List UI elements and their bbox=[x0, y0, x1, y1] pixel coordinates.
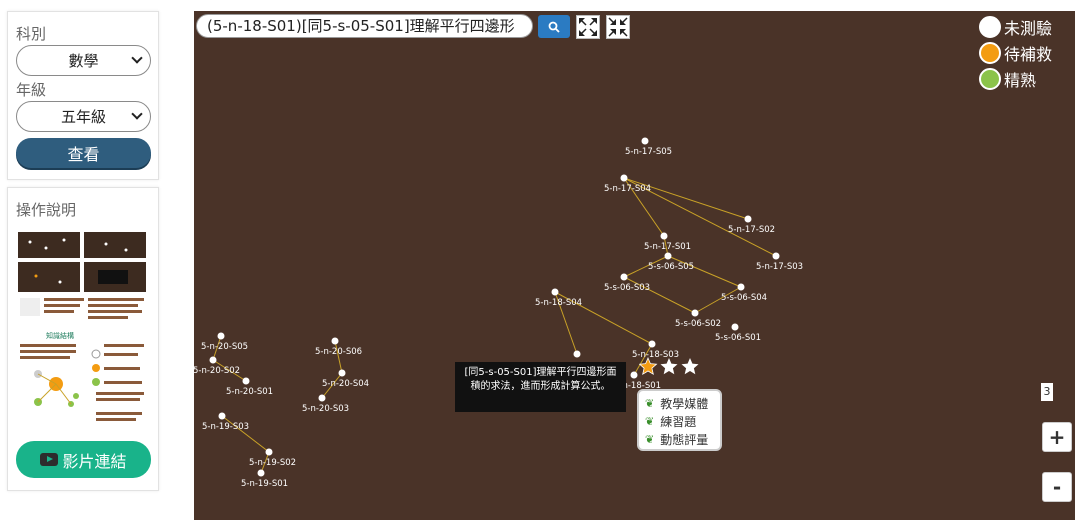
guide-title: 操作說明 bbox=[16, 201, 77, 219]
search-icon bbox=[548, 21, 560, 33]
svg-text:知識結構: 知識結構 bbox=[46, 331, 74, 340]
grade-label: 年級 bbox=[16, 81, 47, 99]
graph-node[interactable] bbox=[731, 323, 739, 331]
graph-node-label[interactable]: 5-n-20-S04 bbox=[322, 379, 369, 389]
graph-node[interactable] bbox=[338, 369, 346, 377]
graph-node-label[interactable]: 5-s-06-S01 bbox=[715, 333, 761, 343]
subject-select[interactable]: 數學 bbox=[16, 45, 151, 76]
star-rating bbox=[639, 357, 699, 376]
graph-node-label[interactable]: 5-n-18-S04 bbox=[535, 298, 582, 308]
view-button[interactable]: 查看 bbox=[16, 138, 151, 168]
legend-label: 精熟 bbox=[1004, 71, 1037, 90]
chevron-down-icon bbox=[131, 108, 143, 120]
graph-node[interactable] bbox=[218, 412, 226, 420]
graph-node[interactable] bbox=[664, 252, 672, 260]
legend-label: 待補救 bbox=[1004, 45, 1053, 64]
sidebar: 科別 數學 年級 五年級 查看 操作說明 知識結構 影片連結 bbox=[0, 0, 170, 520]
video-link-button[interactable]: 影片連結 bbox=[16, 441, 151, 478]
chevron-down-icon bbox=[131, 52, 143, 64]
circle-icon bbox=[979, 42, 1001, 64]
graph-node[interactable] bbox=[318, 394, 326, 402]
video-link-label: 影片連結 bbox=[62, 451, 127, 471]
graph-node-label[interactable]: 5-n-20-S03 bbox=[302, 404, 349, 414]
zoom-level: 3 bbox=[1041, 383, 1053, 401]
star-icon bbox=[660, 358, 678, 375]
node-context-menu: ❦ 教學媒體 ❦ 練習題 ❦ 動態評量 bbox=[637, 389, 722, 451]
graph-node-label[interactable]: 5-s-06-S02 bbox=[675, 319, 721, 329]
knowledge-map[interactable]: 5-n-17-S05 5-n-17-S04 5-n-17-S02 5-n-17-S01… bbox=[194, 11, 1075, 520]
graph-node-label[interactable]: 5-n-17-S01 bbox=[644, 242, 691, 252]
search-input[interactable]: (5-n-18-S01)[同5-s-05-S01]理解平行四邊形 bbox=[196, 14, 533, 38]
legend-item-untested: 未測驗 bbox=[979, 14, 1075, 40]
subject-label: 科別 bbox=[16, 25, 47, 43]
graph-node-label[interactable]: 5-s-06-S04 bbox=[721, 293, 767, 303]
legend-item-remedial: 待補救 bbox=[979, 40, 1075, 66]
graph-node[interactable] bbox=[641, 137, 649, 145]
menu-item-label: 練習題 bbox=[660, 414, 697, 429]
graph-node-label[interactable]: 5-n-17-S02 bbox=[728, 225, 775, 235]
leaf-icon: ❦ bbox=[645, 414, 655, 428]
graph-node[interactable] bbox=[331, 337, 339, 345]
graph-node-label[interactable]: 5-n-20-S05 bbox=[201, 342, 248, 352]
leaf-icon: ❦ bbox=[645, 396, 655, 410]
graph-node-label[interactable]: 5-n-20-S06 bbox=[315, 347, 362, 357]
knowledge-graph[interactable]: 5-n-17-S05 5-n-17-S04 5-n-17-S02 5-n-17-S01… bbox=[194, 11, 1075, 520]
graph-edge bbox=[334, 340, 343, 374]
graph-node-label[interactable]: 5-n-19-S01 bbox=[241, 479, 288, 489]
graph-node-label[interactable]: 5-n-17-S03 bbox=[756, 262, 803, 272]
graph-node[interactable] bbox=[573, 350, 581, 358]
graph-node-label[interactable]: 5-n-19-S02 bbox=[249, 458, 296, 468]
search-button[interactable] bbox=[538, 15, 570, 38]
collapse-icon bbox=[608, 17, 628, 37]
graph-node[interactable] bbox=[257, 469, 265, 477]
graph-node[interactable] bbox=[242, 377, 250, 385]
circle-icon bbox=[979, 68, 1001, 90]
guide-panel: 操作說明 知識結構 影片連結 bbox=[7, 187, 159, 491]
graph-node-label[interactable]: 5-n-20-S02 bbox=[194, 366, 240, 376]
collapse-button[interactable] bbox=[606, 15, 630, 39]
leaf-icon: ❦ bbox=[645, 432, 655, 446]
play-icon bbox=[40, 453, 59, 466]
grade-select-value: 五年級 bbox=[60, 108, 106, 126]
zoom-in-button[interactable]: + bbox=[1042, 422, 1072, 452]
graph-node[interactable] bbox=[737, 283, 745, 291]
menu-item-label: 動態評量 bbox=[660, 432, 709, 447]
graph-node[interactable] bbox=[217, 332, 225, 340]
grade-select[interactable]: 五年級 bbox=[16, 101, 151, 132]
menu-item-exercise[interactable]: ❦ 練習題 bbox=[645, 412, 714, 430]
graph-node[interactable] bbox=[691, 309, 699, 317]
graph-node[interactable] bbox=[772, 252, 780, 260]
menu-item-label: 教學媒體 bbox=[660, 396, 709, 411]
graph-node-label[interactable]: 5-s-06-S03 bbox=[604, 283, 650, 293]
subject-select-value: 數學 bbox=[68, 52, 99, 70]
zoom-out-button[interactable]: - bbox=[1042, 472, 1072, 502]
filter-panel: 科別 數學 年級 五年級 查看 bbox=[7, 11, 159, 180]
graph-node[interactable] bbox=[620, 273, 628, 281]
graph-node[interactable] bbox=[630, 371, 638, 379]
menu-item-media[interactable]: ❦ 教學媒體 bbox=[645, 394, 714, 412]
expand-icon bbox=[579, 18, 597, 36]
graph-node-label[interactable]: 5-n-19-S03 bbox=[202, 422, 249, 432]
star-icon bbox=[681, 358, 699, 375]
legend-item-mastered: 精熟 bbox=[979, 66, 1075, 92]
graph-node-label[interactable]: 5-s-06-S05 bbox=[648, 262, 694, 272]
graph-node[interactable] bbox=[265, 448, 273, 456]
graph-node-label[interactable]: 5-n-17-S04 bbox=[604, 184, 651, 194]
graph-node[interactable] bbox=[648, 340, 656, 348]
graph-node-label[interactable]: 5-n-17-S05 bbox=[625, 147, 672, 157]
circle-icon bbox=[979, 16, 1001, 38]
menu-item-dynamic-assessment[interactable]: ❦ 動態評量 bbox=[645, 430, 714, 448]
graph-node[interactable] bbox=[620, 174, 628, 182]
guide-thumbnail[interactable]: 知識結構 bbox=[16, 226, 149, 426]
legend-label: 未測驗 bbox=[1004, 19, 1053, 38]
graph-node[interactable] bbox=[660, 232, 668, 240]
node-tooltip: [同5-s-05-S01]理解平行四邊形面積的求法，進而形成計算公式。 bbox=[455, 362, 626, 412]
graph-node-label[interactable]: 5-n-20-S01 bbox=[226, 387, 273, 397]
expand-button[interactable] bbox=[576, 15, 600, 39]
legend: 未測驗 待補救 精熟 bbox=[979, 14, 1075, 92]
graph-node[interactable] bbox=[744, 215, 752, 223]
graph-node[interactable] bbox=[209, 356, 217, 364]
star-icon bbox=[639, 357, 658, 376]
graph-node[interactable] bbox=[551, 288, 559, 296]
